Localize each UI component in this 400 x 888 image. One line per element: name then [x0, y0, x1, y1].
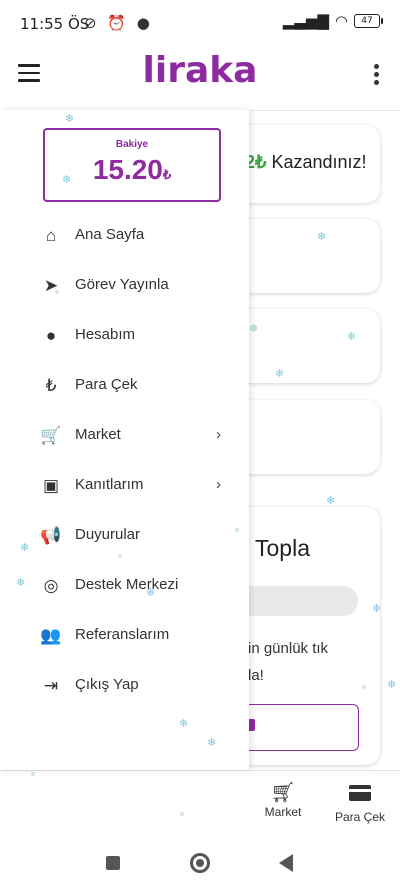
- drawer-item-ana-sayfa[interactable]: ⌂ Ana Sayfa: [0, 218, 249, 268]
- snowflake-icon: ❄: [387, 679, 397, 691]
- lifebuoy-icon: ◎: [43, 576, 59, 595]
- collect-description: in günlük tık: [248, 640, 329, 657]
- drawer-item-hesabim[interactable]: ● Hesabım: [0, 318, 249, 368]
- snowflake-icon: ❄: [317, 231, 327, 243]
- drawer-item-gorev-yayinla[interactable]: ➤ Görev Yayınla: [0, 268, 249, 318]
- status-time: 11:55 ÖS: [20, 15, 90, 33]
- drawer-item-kanitlarim[interactable]: ▣ Kanıtlarım ›: [0, 468, 249, 518]
- snow-dot: [235, 528, 239, 532]
- status-right: ▂▃▅▇ ◠ 47: [282, 12, 383, 30]
- users-icon: 👥: [40, 626, 62, 645]
- snowflake-icon: ❄: [16, 577, 26, 589]
- snowflake-icon: ❄: [347, 331, 357, 343]
- snowflake-icon: ❄: [179, 718, 189, 730]
- system-nav-bar: [0, 835, 400, 888]
- snow-dot: [180, 812, 184, 816]
- snowflake-icon: ❄: [146, 587, 156, 599]
- balance-label: Bakiye: [115, 139, 149, 150]
- back-button[interactable]: [279, 854, 293, 872]
- app-logo: liraka: [142, 50, 258, 91]
- snowflake-icon: ❄: [372, 603, 382, 615]
- credit-card-icon: [349, 785, 371, 801]
- collect-title: Topla: [255, 535, 310, 561]
- sign-out-icon: ⇥: [43, 676, 59, 695]
- chevron-right-icon: ›: [216, 426, 221, 443]
- chevron-right-icon: ›: [216, 476, 221, 493]
- snowflake-icon: ❄: [207, 737, 217, 749]
- user-circle-icon: ●: [45, 326, 57, 345]
- cart-icon: 🛒︎: [270, 782, 296, 804]
- snowflake-icon: ❄: [62, 174, 72, 186]
- drawer-menu: ⌂ Ana Sayfa ➤ Görev Yayınla ● Hesabım ₺ …: [0, 218, 249, 718]
- recents-button[interactable]: [106, 856, 120, 870]
- signal-icon: ▂▃▅▇: [282, 12, 329, 30]
- win-message: 2₺ Kazandınız!: [245, 152, 367, 172]
- snow-dot: [55, 290, 59, 294]
- balance-box: Bakiye 15.20₺: [43, 128, 221, 202]
- nav-market-label: Market: [264, 805, 302, 819]
- drawer-item-duyurular[interactable]: 📢 Duyurular: [0, 518, 249, 568]
- more-options-icon[interactable]: [374, 64, 380, 88]
- nav-withdraw[interactable]: Para Çek: [334, 781, 386, 824]
- snowflake-icon: ❄: [65, 113, 75, 125]
- snowflake-icon: ❄: [249, 323, 259, 335]
- home-icon: ⌂: [45, 226, 57, 245]
- snow-dot: [362, 685, 366, 689]
- navigation-drawer: Bakiye 15.20₺ ⌂ Ana Sayfa ➤ Görev Yayınl…: [0, 110, 249, 770]
- snow-dot: [118, 554, 122, 558]
- nav-market[interactable]: 🛒︎ Market: [262, 781, 304, 819]
- bottom-nav: 🛒︎ Market Para Çek: [0, 770, 400, 829]
- nav-withdraw-label: Para Çek: [334, 810, 386, 824]
- snowflake-icon: ❄: [326, 495, 336, 507]
- megaphone-icon: 📢: [40, 526, 62, 545]
- lira-icon: ₺: [45, 376, 57, 395]
- drawer-item-para-cek[interactable]: ₺ Para Çek: [0, 368, 249, 418]
- cart-icon: 🛒: [40, 426, 62, 445]
- snow-dot: [31, 772, 35, 776]
- home-button[interactable]: [190, 853, 210, 873]
- image-icon: ▣: [42, 476, 60, 495]
- drawer-item-destek-merkezi[interactable]: ◎ Destek Merkezi: [0, 568, 249, 618]
- status-bar: 11:55 ÖS ⊘ ⏰ ● ▂▃▅▇ ◠ 47: [0, 0, 400, 48]
- app-bar: liraka: [0, 48, 400, 111]
- collect-description-2: la!: [248, 667, 264, 684]
- snowflake-icon: ❄: [275, 368, 285, 380]
- drawer-item-referanslarim[interactable]: 👥 Referanslarım: [0, 618, 249, 668]
- notification-icons: ⊘ ⏰ ●: [84, 14, 153, 32]
- drawer-item-market[interactable]: 🛒 Market ›: [0, 418, 249, 468]
- drawer-item-cikis-yap[interactable]: ⇥ Çıkış Yap: [0, 668, 249, 718]
- wifi-icon: ◠: [334, 12, 348, 30]
- battery-icon: 47: [354, 14, 383, 28]
- snowflake-icon: ❄: [20, 542, 30, 554]
